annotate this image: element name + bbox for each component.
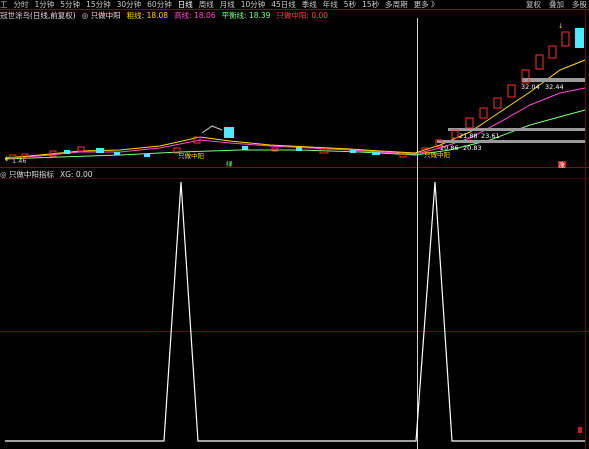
candle bbox=[372, 152, 380, 155]
candle bbox=[548, 45, 557, 59]
signal-label: 只做中阳 bbox=[178, 151, 204, 160]
arrow-marker: ↓ bbox=[558, 22, 563, 30]
ma-yellow-line bbox=[4, 59, 586, 159]
level1-a: 32.04 bbox=[521, 83, 540, 91]
candle bbox=[399, 153, 407, 158]
peak-marker bbox=[201, 125, 223, 134]
candle bbox=[96, 148, 104, 153]
level2-a: 21.88 bbox=[459, 132, 478, 140]
candle bbox=[451, 129, 459, 139]
level3-a: 20.86 bbox=[440, 144, 459, 152]
level-bar-3 bbox=[437, 140, 585, 143]
chart-canvas[interactable]: ↓ ↓ 1.46 只做中阳 绿 只做中阳 32.04 32.44 21.88 2… bbox=[0, 0, 589, 449]
candle bbox=[144, 154, 150, 157]
candle bbox=[535, 54, 544, 70]
corner-marker bbox=[578, 427, 582, 433]
candle bbox=[296, 147, 302, 151]
level3-b: 20.83 bbox=[463, 144, 482, 152]
green-tag: 绿 bbox=[226, 159, 233, 168]
level1-b: 32.44 bbox=[545, 83, 564, 91]
candle bbox=[77, 146, 85, 152]
xg-signal-line bbox=[5, 181, 585, 442]
red-tag: 涨 bbox=[559, 160, 566, 169]
candle bbox=[465, 117, 474, 129]
level2-b: 23.61 bbox=[481, 132, 500, 140]
candle bbox=[64, 150, 70, 154]
candle bbox=[493, 97, 502, 109]
candle bbox=[561, 31, 570, 47]
candle bbox=[479, 107, 488, 119]
candle bbox=[507, 84, 516, 98]
candle bbox=[350, 150, 356, 153]
candle bbox=[114, 152, 120, 155]
candle bbox=[242, 146, 248, 150]
candle bbox=[224, 127, 234, 138]
level-bar-1 bbox=[522, 78, 585, 82]
low-price-label: 1.46 bbox=[12, 157, 26, 165]
arrow-marker: ↓ bbox=[4, 155, 9, 163]
candle bbox=[575, 28, 584, 48]
